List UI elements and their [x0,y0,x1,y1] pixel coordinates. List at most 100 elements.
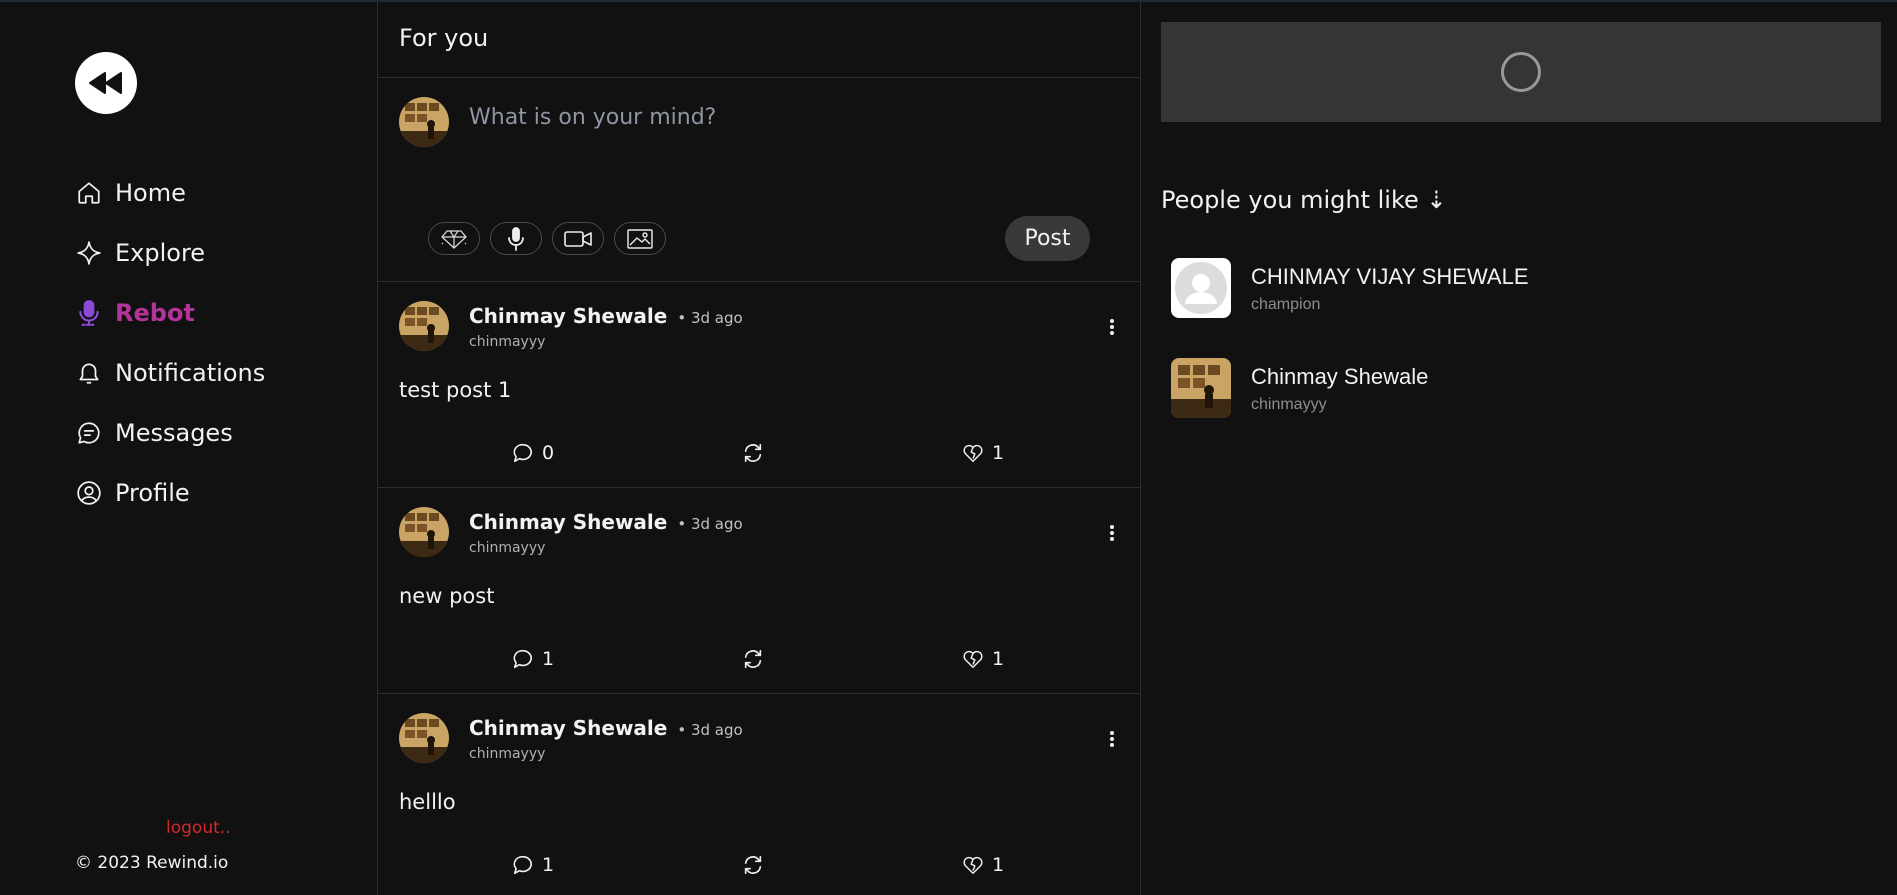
suggested-user[interactable]: Chinmay Shewale chinmayyy [1171,356,1871,456]
comment-icon [513,855,532,875]
author-name[interactable]: Chinmay Shewale [469,716,667,740]
post-menu-button[interactable] [1104,522,1120,544]
author-handle: chinmayyy [469,334,546,350]
post-menu-button[interactable] [1104,316,1120,338]
right-panel: People you might like ⇣ CHINMAY VIJAY SH… [1141,2,1897,895]
avatar[interactable] [399,713,449,763]
video-icon [564,230,592,247]
comment-count: 1 [542,854,555,876]
user-circle-icon [75,479,103,507]
sidebar-item-rebot[interactable]: Rebot [75,295,265,331]
post-composer: Post [378,78,1140,282]
post-text: test post 1 [399,378,512,402]
rewind-logo[interactable] [75,52,137,114]
author-name[interactable]: Chinmay Shewale [469,304,667,328]
author-name[interactable]: Chinmay Shewale [469,510,667,534]
sidebar-item-label: Profile [115,479,190,507]
sidebar-nav: Home Explore Rebot Notifications Message… [75,175,265,535]
heart-broken-icon [963,444,983,462]
image-button[interactable] [614,222,666,255]
more-vertical-icon [1110,319,1114,335]
post-menu-button[interactable] [1104,728,1120,750]
like-button[interactable]: 1 [962,648,1004,670]
repost-icon [744,649,762,669]
loading-spinner-icon [1501,52,1541,92]
microphone-icon [75,299,103,327]
feed-title: For you [378,2,1140,78]
like-button[interactable]: 1 [962,442,1004,464]
suggested-user-handle: champion [1251,296,1321,313]
microphone-icon [508,226,524,251]
suggested-user-name: CHINMAY VIJAY SHEWALE [1251,264,1529,289]
post-text: helllo [399,790,456,814]
post-actions: 1 1 [378,854,1140,884]
suggested-user-name: Chinmay Shewale [1251,364,1429,389]
post-timestamp: • 3d ago [677,721,743,739]
post-item: Chinmay Shewale • 3d ago chinmayyy new p… [378,488,1140,694]
sidebar-item-profile[interactable]: Profile [75,475,265,511]
post-author: Chinmay Shewale • 3d ago [469,304,743,328]
gem-icon [441,229,467,249]
sidebar-item-label: Notifications [115,359,266,387]
sidebar-item-notifications[interactable]: Notifications [75,355,265,391]
repost-button[interactable] [742,648,764,670]
repost-icon [744,855,762,875]
comment-button[interactable]: 1 [512,648,554,670]
sidebar-item-messages[interactable]: Messages [75,415,265,451]
comment-icon [513,649,532,669]
heart-broken-icon [963,650,983,668]
more-vertical-icon [1110,731,1114,747]
suggestions-list: CHINMAY VIJAY SHEWALE champion Chinmay S… [1171,256,1871,456]
more-vertical-icon [1110,525,1114,541]
suggested-user[interactable]: CHINMAY VIJAY SHEWALE champion [1171,256,1871,356]
sidebar-item-label: Explore [115,239,206,267]
sidebar-item-home[interactable]: Home [75,175,265,211]
comment-icon [513,443,532,463]
repost-button[interactable] [742,442,764,464]
post-timestamp: • 3d ago [677,515,743,533]
post-item: Chinmay Shewale • 3d ago chinmayyy helll… [378,694,1140,895]
app-shell: Home Explore Rebot Notifications Message… [0,2,1897,895]
avatar [399,97,449,147]
avatar[interactable] [399,301,449,351]
post-timestamp: • 3d ago [677,309,743,327]
suggestions-title: People you might like ⇣ [1161,186,1447,214]
repost-icon [744,443,762,463]
comment-button[interactable]: 1 [512,854,554,876]
message-icon [75,419,103,447]
post-button[interactable]: Post [1005,216,1090,261]
logout-link[interactable]: logout.. [166,818,231,838]
video-button[interactable] [552,222,604,255]
repost-button[interactable] [742,854,764,876]
comment-count: 0 [542,442,555,464]
bell-icon [75,359,103,387]
post-author: Chinmay Shewale • 3d ago [469,510,743,534]
audio-button[interactable] [490,222,542,255]
image-icon [627,228,653,249]
post-item: Chinmay Shewale • 3d ago chinmayyy test … [378,282,1140,488]
author-handle: chinmayyy [469,540,546,556]
feed: For you Post [378,2,1141,895]
heart-broken-icon [963,856,983,874]
copyright-text: © 2023 Rewind.io [75,853,229,873]
post-input[interactable] [469,105,1069,130]
sidebar-item-explore[interactable]: Explore [75,235,265,271]
sidebar-item-label: Home [115,179,186,207]
sidebar: Home Explore Rebot Notifications Message… [0,2,378,895]
post-actions: 0 1 [378,442,1140,472]
like-button[interactable]: 1 [962,854,1004,876]
post-text: new post [399,584,495,608]
gem-button[interactable] [428,222,480,255]
sparkle-icon [75,239,103,267]
composer-tools [428,222,676,255]
like-count: 1 [992,854,1005,876]
avatar[interactable] [399,507,449,557]
comment-button[interactable]: 0 [512,442,554,464]
author-handle: chinmayyy [469,746,546,762]
like-count: 1 [992,648,1005,670]
post-author: Chinmay Shewale • 3d ago [469,716,743,740]
avatar [1171,358,1231,418]
sidebar-item-label: Rebot [115,299,195,327]
home-icon [75,179,103,207]
comment-count: 1 [542,648,555,670]
